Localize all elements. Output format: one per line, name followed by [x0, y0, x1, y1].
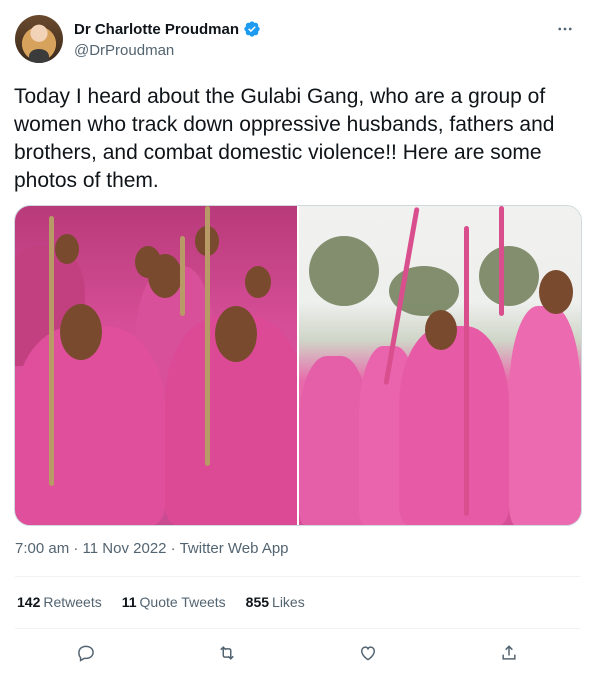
stick: [464, 226, 469, 516]
face: [60, 304, 102, 360]
tweet-text: Today I heard about the Gulabi Gang, who…: [14, 85, 555, 192]
figure: [399, 326, 509, 525]
face: [215, 306, 257, 362]
share-icon: [502, 645, 516, 660]
face: [539, 270, 573, 314]
tweet-date[interactable]: 11 Nov 2022: [83, 540, 167, 557]
divider: [15, 576, 580, 577]
quotes-label: Quote Tweets: [139, 594, 226, 610]
reply-icon: [77, 645, 94, 662]
stick: [180, 236, 185, 316]
verified-badge-icon: [244, 21, 260, 37]
more-icon[interactable]: [553, 17, 577, 41]
share-button[interactable]: [492, 636, 526, 670]
retweet-icon: [220, 646, 234, 660]
likes-stat[interactable]: 855 Likes: [246, 594, 305, 610]
photo-1[interactable]: [15, 206, 297, 525]
face: [425, 310, 457, 350]
retweets-label: Retweets: [43, 594, 102, 610]
tweet-time[interactable]: 7:00 am: [15, 540, 69, 557]
tweet-media: [14, 205, 582, 526]
tweet-meta: 7:00 am · 11 Nov 2022 · Twitter Web App: [15, 540, 289, 557]
meta-separator: ·: [69, 540, 83, 557]
avatar[interactable]: [15, 15, 63, 63]
quotes-stat[interactable]: 11 Quote Tweets: [122, 594, 226, 610]
tree: [309, 236, 379, 306]
tweet-stats: 142 Retweets 11 Quote Tweets 855 Likes: [17, 594, 305, 610]
likes-label: Likes: [272, 594, 305, 610]
tweet-source[interactable]: Twitter Web App: [180, 540, 289, 557]
meta-separator: ·: [166, 540, 180, 557]
photo-2[interactable]: [299, 206, 581, 525]
retweets-count: 142: [17, 594, 41, 610]
author-handle[interactable]: @DrProudman: [74, 42, 174, 59]
like-icon: [361, 646, 376, 661]
stick: [205, 206, 210, 466]
stick: [49, 216, 54, 486]
face: [55, 234, 79, 264]
face: [148, 254, 182, 298]
stick: [499, 206, 504, 316]
divider: [15, 628, 580, 629]
reply-button[interactable]: [69, 636, 103, 670]
likes-count: 855: [245, 594, 270, 610]
tweet-actions: [15, 638, 580, 668]
author-name[interactable]: Dr Charlotte Proudman: [74, 21, 239, 38]
retweet-button[interactable]: [210, 636, 244, 670]
face: [245, 266, 271, 298]
author-name-row: Dr Charlotte Proudman: [74, 20, 261, 38]
tweet-header: Dr Charlotte Proudman @DrProudman: [15, 15, 577, 67]
like-button[interactable]: [351, 636, 385, 670]
figure: [509, 306, 581, 525]
quotes-count: 11: [121, 594, 137, 610]
retweets-stat[interactable]: 142 Retweets: [17, 594, 102, 610]
tree: [479, 246, 539, 306]
